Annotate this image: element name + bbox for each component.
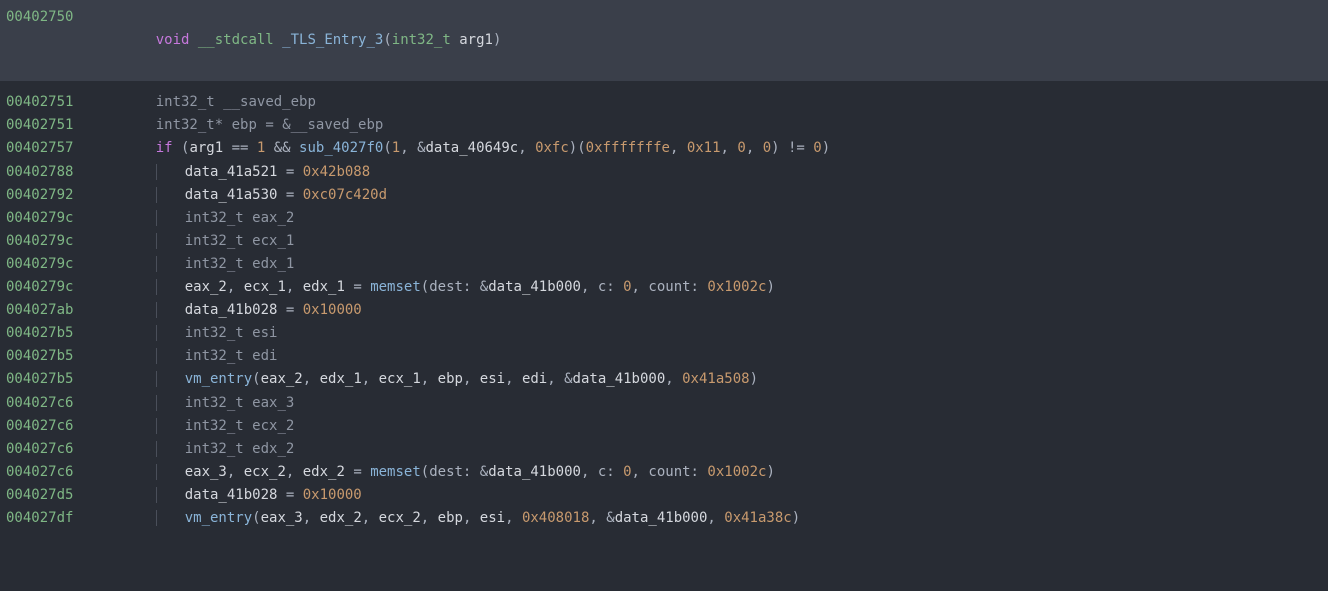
function-call[interactable]: memset (370, 464, 421, 480)
code-line[interactable]: 004027c6 int32_t edx_2 (0, 438, 1328, 461)
type: int32_t (185, 256, 244, 272)
code-line[interactable]: 004027d5 data_41b028 = 0x10000 (0, 484, 1328, 507)
function-call[interactable]: sub_4027f0 (299, 140, 383, 156)
param-type: int32_t (392, 32, 451, 48)
variable[interactable]: ebp (232, 117, 257, 133)
function-signature: void __stdcall _TLS_Entry_3(int32_t arg1… (122, 6, 1328, 75)
address: 004027c6 (0, 461, 84, 484)
function-signature-row[interactable]: 00402750 void __stdcall _TLS_Entry_3(int… (0, 0, 1328, 81)
address: 004027b5 (0, 322, 84, 345)
address: 0040279c (0, 253, 84, 276)
address: 004027d5 (0, 484, 84, 507)
code-line[interactable]: 004027c6 int32_t ecx_2 (0, 415, 1328, 438)
data-ref[interactable]: data_41b000 (488, 464, 581, 480)
type: int32_t (185, 418, 244, 434)
type: int32_t (185, 233, 244, 249)
address: 00402788 (0, 161, 84, 184)
address: 00402751 (0, 91, 84, 114)
keyword-if: if (156, 140, 173, 156)
variable[interactable]: __saved_ebp (223, 94, 316, 110)
data-ref[interactable]: data_41a530 (185, 187, 278, 203)
code-line[interactable]: 00402792 data_41a530 = 0xc07c420d (0, 184, 1328, 207)
address: 004027df (0, 507, 84, 530)
address: 0040279c (0, 276, 84, 299)
code-line[interactable]: 004027b5 int32_t esi (0, 322, 1328, 345)
code-line[interactable]: 0040279c eax_2, ecx_1, edx_1 = memset(de… (0, 276, 1328, 299)
type: int32_t* (156, 117, 223, 133)
type: int32_t (185, 348, 244, 364)
function-call[interactable]: memset (370, 279, 421, 295)
code-line[interactable]: 0040279c int32_t ecx_1 (0, 230, 1328, 253)
code-line[interactable]: 004027c6 eax_3, ecx_2, edx_2 = memset(de… (0, 461, 1328, 484)
code-line[interactable]: 004027b5 int32_t edi (0, 345, 1328, 368)
code-line[interactable]: 004027b5 vm_entry(eax_2, edx_1, ecx_1, e… (0, 368, 1328, 391)
address: 00402792 (0, 184, 84, 207)
data-ref[interactable]: data_41b000 (615, 510, 708, 526)
code-line[interactable]: 00402788 data_41a521 = 0x42b088 (0, 161, 1328, 184)
data-ref[interactable]: data_41b000 (573, 371, 666, 387)
address: 004027c6 (0, 415, 84, 438)
address: 00402750 (0, 6, 84, 75)
address: 004027b5 (0, 345, 84, 368)
address: 004027b5 (0, 368, 84, 391)
param-name[interactable]: arg1 (459, 32, 493, 48)
address: 0040279c (0, 230, 84, 253)
decompilation-body: 00402751 int32_t __saved_ebp 00402751 in… (0, 81, 1328, 530)
function-name[interactable]: _TLS_Entry_3 (282, 32, 383, 48)
function-call[interactable]: vm_entry (185, 371, 252, 387)
variable[interactable]: eax_2 (252, 210, 294, 226)
address: 0040279c (0, 207, 84, 230)
code-line[interactable]: 0040279c int32_t eax_2 (0, 207, 1328, 230)
variable[interactable]: ecx_2 (252, 418, 294, 434)
keyword-void: void (156, 32, 190, 48)
code-line[interactable]: 004027df vm_entry(eax_3, edx_2, ecx_2, e… (0, 507, 1328, 530)
code-line[interactable]: 0040279c int32_t edx_1 (0, 253, 1328, 276)
data-ref[interactable]: data_41b000 (488, 279, 581, 295)
address: 00402757 (0, 137, 84, 160)
type: int32_t (185, 441, 244, 457)
function-call[interactable]: vm_entry (185, 510, 252, 526)
type: int32_t (185, 210, 244, 226)
address: 004027ab (0, 299, 84, 322)
variable[interactable]: eax_3 (252, 395, 294, 411)
code-line[interactable]: 004027ab data_41b028 = 0x10000 (0, 299, 1328, 322)
address: 004027c6 (0, 438, 84, 461)
type: int32_t (185, 325, 244, 341)
code-line[interactable]: 00402757 if (arg1 == 1 && sub_4027f0(1, … (0, 137, 1328, 160)
address: 004027c6 (0, 392, 84, 415)
variable[interactable]: edx_2 (252, 441, 294, 457)
code-line[interactable]: 00402751 int32_t __saved_ebp (0, 91, 1328, 114)
data-ref[interactable]: data_41a521 (185, 164, 278, 180)
variable[interactable]: arg1 (189, 140, 223, 156)
calling-convention: __stdcall (198, 32, 274, 48)
variable[interactable]: ecx_1 (252, 233, 294, 249)
variable[interactable]: edx_1 (252, 256, 294, 272)
type: int32_t (156, 94, 215, 110)
reference[interactable]: __saved_ebp (291, 117, 384, 133)
data-ref[interactable]: data_41b028 (185, 487, 278, 503)
code-line[interactable]: 004027c6 int32_t eax_3 (0, 392, 1328, 415)
address: 00402751 (0, 114, 84, 137)
variable[interactable]: edi (252, 348, 277, 364)
variable[interactable]: esi (252, 325, 277, 341)
data-ref[interactable]: data_41b028 (185, 302, 278, 318)
data-ref[interactable]: data_40649c (426, 140, 519, 156)
type: int32_t (185, 395, 244, 411)
code-line[interactable]: 00402751 int32_t* ebp = &__saved_ebp (0, 114, 1328, 137)
